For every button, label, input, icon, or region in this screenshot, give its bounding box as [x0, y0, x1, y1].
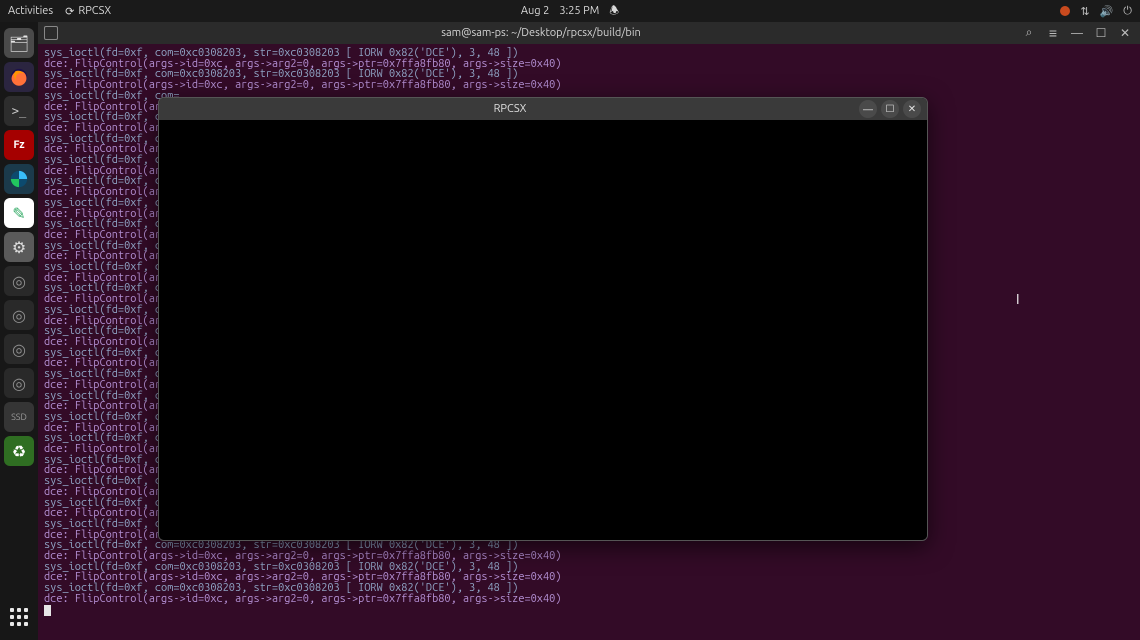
rpcsx-minimize-button[interactable]: — — [859, 100, 877, 118]
rpcsx-title: RPCSX — [165, 103, 855, 115]
search-button[interactable] — [1020, 24, 1038, 42]
firefox-icon[interactable] — [4, 62, 34, 92]
window-minimize-button[interactable]: — — [1068, 24, 1086, 42]
terminal-line: dce: FlipControl(args->id=0xc, args->arg… — [44, 80, 1134, 91]
app-menu[interactable]: ⟳ RPCSX — [65, 5, 111, 18]
editor-icon[interactable]: ✎ — [4, 198, 34, 228]
new-tab-button[interactable] — [44, 26, 58, 40]
terminal-cursor — [44, 605, 51, 616]
browser-icon[interactable] — [4, 164, 34, 194]
disk2-icon[interactable]: ◎ — [4, 300, 34, 330]
volume-icon[interactable]: 🔊 — [1100, 5, 1114, 18]
network-icon[interactable]: ⇅ — [1080, 5, 1089, 18]
disk1-icon[interactable]: ◎ — [4, 266, 34, 296]
filezilla-icon[interactable]: Fz — [4, 130, 34, 160]
rpcsx-viewport — [159, 120, 927, 540]
terminal-title: sam@sam-ps: ~/Desktop/rpcsx/build/bin — [68, 27, 1014, 39]
app-menu-label: RPCSX — [78, 5, 111, 17]
window-close-button[interactable]: ✕ — [1116, 24, 1134, 42]
text-caret: I — [1016, 291, 1017, 305]
app-icon: ⟳ — [65, 5, 74, 18]
trash-icon[interactable]: ♻ — [4, 436, 34, 466]
disk4-icon[interactable]: ◎ — [4, 368, 34, 398]
clock-area[interactable]: Aug 2 3:25 PM 🕭 — [521, 2, 619, 21]
screen-record-indicator[interactable] — [1060, 6, 1070, 16]
terminal-line: dce: FlipControl(args->id=0xc, args->arg… — [44, 594, 1134, 605]
window-maximize-button[interactable]: ☐ — [1092, 24, 1110, 42]
dock: 🗂 >_ Fz ✎ ⚙ ◎ ◎ ◎ ◎ SSD ♻ — [0, 22, 38, 640]
gnome-topbar: Activities ⟳ RPCSX Aug 2 3:25 PM 🕭 ⇅ 🔊 ⏻ — [0, 0, 1140, 22]
settings-icon[interactable]: ⚙ — [4, 232, 34, 262]
rpcsx-maximize-button[interactable]: ☐ — [881, 100, 899, 118]
hamburger-menu-button[interactable]: ≡ — [1044, 24, 1062, 42]
activities-button[interactable]: Activities — [8, 5, 53, 17]
notification-icon: 🕭 — [609, 2, 619, 21]
terminal-cursor-line — [44, 605, 1134, 619]
power-icon[interactable]: ⏻ — [1123, 5, 1132, 18]
rpcsx-titlebar[interactable]: RPCSX — ☐ ✕ — [159, 98, 927, 120]
ssd-icon[interactable]: SSD — [4, 402, 34, 432]
terminal-headerbar: sam@sam-ps: ~/Desktop/rpcsx/build/bin ≡ … — [38, 22, 1140, 44]
disk3-icon[interactable]: ◎ — [4, 334, 34, 364]
time-label: 3:25 PM — [559, 5, 599, 17]
rpcsx-close-button[interactable]: ✕ — [903, 100, 921, 118]
rpcsx-window: RPCSX — ☐ ✕ — [158, 97, 928, 541]
files-icon[interactable]: 🗂 — [4, 28, 34, 58]
show-applications-button[interactable] — [4, 602, 34, 632]
terminal-icon[interactable]: >_ — [4, 96, 34, 126]
date-label: Aug 2 — [521, 5, 549, 17]
